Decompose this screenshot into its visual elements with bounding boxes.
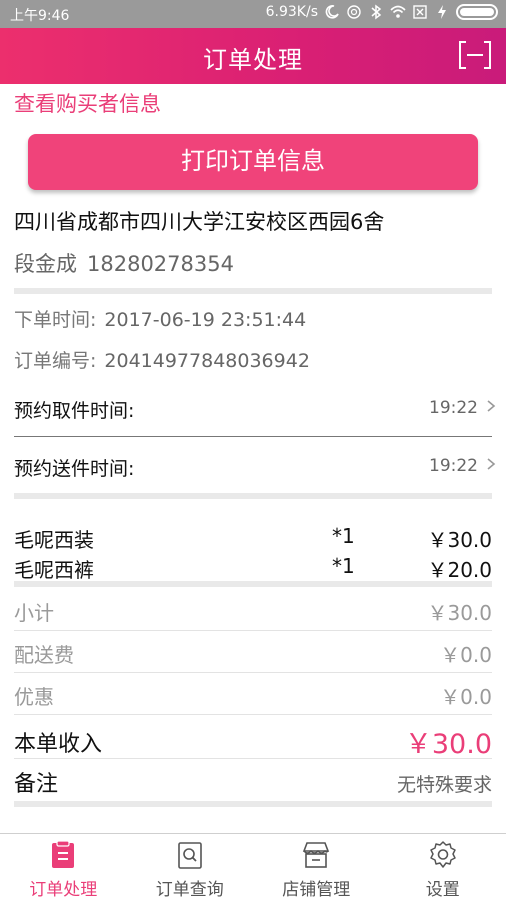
moon-icon — [325, 5, 339, 19]
section-divider — [14, 801, 492, 807]
tab-store-management[interactable]: 店铺管理 — [253, 834, 380, 900]
row-divider — [14, 436, 492, 437]
discount-row: 优惠 ￥0.0 — [14, 681, 492, 710]
tab-label: 订单查询 — [155, 880, 224, 900]
order-time-label: 下单时间: — [14, 309, 97, 331]
note-value: 无特殊要求 — [396, 774, 492, 796]
print-order-button[interactable]: 打印订单信息 — [28, 134, 478, 190]
scan-icon[interactable] — [458, 40, 492, 70]
status-bar: 上午9:46 6.93K/s — [0, 0, 506, 28]
delivery-fee-value: ￥0.0 — [440, 643, 492, 667]
wifi-icon — [390, 5, 406, 18]
discount-value: ￥0.0 — [440, 685, 492, 709]
subtotal-label: 小计 — [14, 601, 54, 625]
status-icons: 6.93K/s — [266, 4, 498, 20]
tab-settings[interactable]: 设置 — [380, 834, 506, 900]
item-qty: *1 — [332, 554, 355, 578]
subtotal-value: ￥30.0 — [427, 601, 492, 625]
order-number-row: 订单编号: 20414977848036942 — [14, 346, 310, 373]
tab-label: 设置 — [425, 880, 460, 900]
bluetooth-icon — [371, 4, 382, 20]
section-divider — [14, 493, 492, 499]
alarm-icon — [347, 5, 361, 19]
delivery-time-row[interactable]: 预约送件时间: 19:22 — [14, 446, 496, 486]
delivery-fee-row: 配送费 ￥0.0 — [14, 639, 492, 668]
tab-label: 店铺管理 — [282, 880, 351, 900]
item-qty: *1 — [332, 524, 355, 548]
income-value: ￥30.0 — [404, 729, 492, 760]
list-item: 毛呢西裤 *1 ￥20.0 — [14, 554, 492, 583]
buyer-contact: 段金成 18280278354 — [14, 248, 234, 278]
gear-icon — [430, 841, 456, 868]
status-time: 上午9:46 — [10, 8, 70, 24]
buyer-phone: 18280278354 — [87, 252, 234, 276]
pickup-time-label: 预约取件时间: — [14, 400, 135, 422]
bottom-tab-bar: 订单处理 订单查询 店铺管理 设置 — [0, 833, 506, 900]
subtotal-row: 小计 ￥30.0 — [14, 597, 492, 626]
buyer-name: 段金成 — [14, 252, 77, 276]
row-divider — [14, 672, 492, 673]
order-number-value: 20414977848036942 — [104, 350, 310, 372]
order-time-row: 下单时间: 2017-06-19 23:51:44 — [14, 305, 306, 332]
search-order-icon — [177, 842, 202, 869]
income-label: 本单收入 — [14, 732, 103, 757]
item-name: 毛呢西装 — [14, 528, 94, 552]
list-item: 毛呢西装 *1 ￥30.0 — [14, 524, 492, 553]
order-time-value: 2017-06-19 23:51:44 — [104, 309, 307, 331]
tab-label: 订单处理 — [29, 880, 98, 900]
section-divider — [14, 581, 492, 587]
battery-icon — [456, 4, 498, 20]
network-speed: 6.93K/s — [265, 4, 318, 20]
row-divider — [14, 758, 492, 759]
item-price: ￥20.0 — [427, 558, 492, 582]
delivery-time-value: 19:22 — [429, 456, 478, 476]
item-name: 毛呢西裤 — [14, 558, 94, 582]
chevron-right-icon — [487, 458, 496, 470]
order-icon — [52, 840, 75, 868]
pickup-time-row[interactable]: 预约取件时间: 19:22 — [14, 388, 496, 428]
app-header: 订单处理 — [0, 28, 506, 84]
tab-order-processing[interactable]: 订单处理 — [0, 834, 127, 900]
pickup-time-value: 19:22 — [429, 398, 478, 418]
discount-label: 优惠 — [14, 685, 54, 709]
delivery-fee-label: 配送费 — [14, 643, 74, 667]
tab-order-query[interactable]: 订单查询 — [127, 834, 254, 900]
item-price: ￥30.0 — [427, 528, 492, 552]
chevron-right-icon — [487, 400, 496, 412]
row-divider — [14, 714, 492, 715]
store-icon — [303, 842, 330, 868]
page-title: 订单处理 — [203, 46, 303, 74]
order-number-label: 订单编号: — [14, 350, 97, 372]
delivery-time-label: 预约送件时间: — [14, 458, 135, 480]
row-divider — [14, 630, 492, 631]
view-buyer-info-link[interactable]: 查看购买者信息 — [14, 88, 161, 118]
delivery-address: 四川省成都市四川大学江安校区西园6舍 — [14, 210, 385, 234]
section-divider — [14, 288, 492, 294]
charging-icon — [438, 5, 446, 19]
sim-off-icon — [413, 5, 427, 19]
note-label: 备注 — [14, 772, 59, 797]
